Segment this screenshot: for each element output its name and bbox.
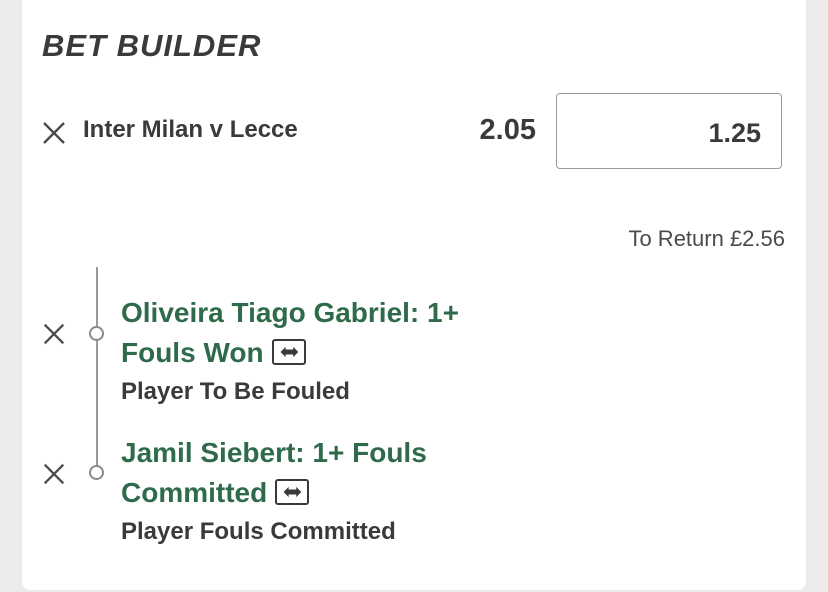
selection-timeline-line	[96, 267, 98, 473]
swap-icon[interactable]	[275, 478, 310, 505]
selection-market: Player Fouls Committed	[121, 518, 396, 545]
selection-market: Player To Be Fouled	[121, 378, 350, 405]
selection-title-line-text: Committed	[121, 477, 268, 508]
selection-title-line-text: Fouls Won	[121, 337, 264, 368]
remove-match-close-icon[interactable]	[40, 119, 68, 147]
selection-title-line2: Fouls Won	[121, 333, 541, 373]
bet-builder-title: BET BUILDER	[42, 28, 262, 63]
match-name: Inter Milan v Lecce	[83, 116, 298, 143]
remove-selection-close-icon[interactable]	[41, 321, 67, 347]
remove-selection-close-icon[interactable]	[41, 461, 67, 487]
stake-field[interactable]	[556, 93, 782, 172]
selection-title-line: Jamil Siebert: 1+ Fouls	[121, 437, 427, 468]
selection-title-line2: Committed	[121, 473, 541, 513]
timeline-node	[89, 465, 104, 480]
odds-value: 2.05	[479, 114, 536, 146]
timeline-node	[89, 326, 104, 341]
selection-title: Jamil Siebert: 1+ Fouls Committed	[121, 433, 541, 513]
selection-title: Oliveira Tiago Gabriel: 1+ Fouls Won	[121, 293, 541, 373]
swap-icon[interactable]	[271, 338, 306, 365]
to-return-text: To Return £2.56	[628, 226, 785, 251]
stake-input[interactable]	[579, 94, 763, 172]
selection-title-line: Oliveira Tiago Gabriel: 1+	[121, 297, 459, 328]
